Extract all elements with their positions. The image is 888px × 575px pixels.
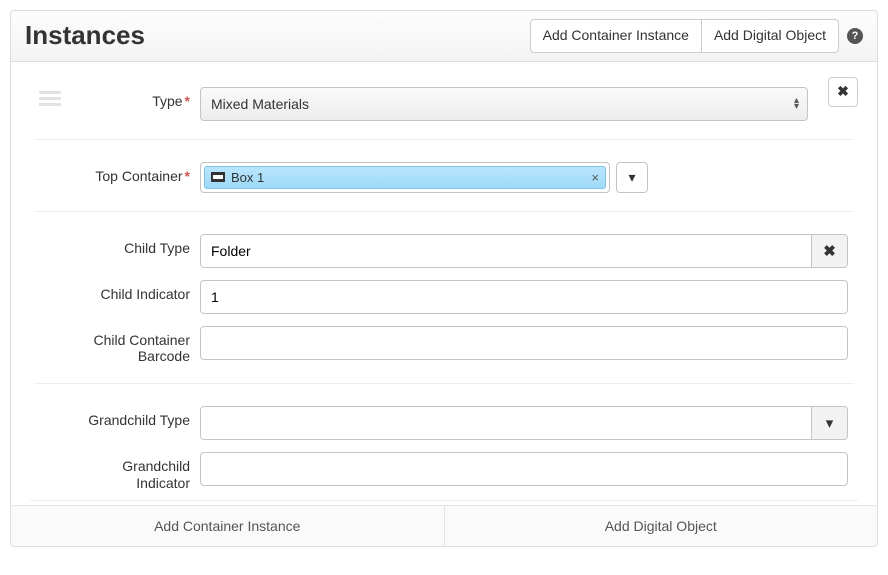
remove-token-icon[interactable]: × — [591, 170, 599, 185]
add-container-instance-button[interactable]: Add Container Instance — [530, 19, 702, 53]
divider — [34, 139, 854, 140]
type-select[interactable]: Mixed Materials — [200, 87, 808, 121]
type-select-value: Mixed Materials — [211, 96, 309, 112]
row-child-barcode: Child Container Barcode — [30, 320, 858, 372]
grandchild-indicator-input[interactable] — [200, 452, 848, 486]
panel-body: ✖ Type* Mixed Materials — [11, 62, 877, 505]
grandchild-type-input[interactable] — [201, 407, 811, 439]
grandchild-type-combobox: ▾ — [200, 406, 848, 440]
close-icon: ✖ — [837, 83, 849, 100]
child-indicator-input[interactable] — [200, 280, 848, 314]
footer-add-digital-object-button[interactable]: Add Digital Object — [444, 506, 878, 546]
grandchild-type-label: Grandchild Type — [70, 406, 200, 428]
chevron-down-icon: ▾ — [826, 414, 834, 432]
header-button-group: Add Container Instance Add Digital Objec… — [530, 19, 839, 53]
divider — [34, 211, 854, 212]
drag-handle-icon[interactable] — [39, 91, 61, 106]
row-type: Type* Mixed Materials — [30, 81, 858, 127]
chevron-down-icon: ▾ — [628, 169, 635, 186]
type-label: Type* — [70, 87, 200, 109]
top-container-token: Box 1 × — [204, 166, 606, 189]
instances-panel: Instances Add Container Instance Add Dig… — [10, 10, 878, 547]
help-icon[interactable]: ? — [847, 28, 863, 44]
top-container-token-box[interactable]: Box 1 × — [200, 162, 610, 193]
instance-card: ✖ Type* Mixed Materials — [29, 76, 859, 501]
row-child-indicator: Child Indicator — [30, 274, 858, 320]
chevron-updown-icon — [794, 98, 799, 110]
row-grandchild-type: Grandchild Type ▾ — [30, 400, 858, 446]
close-icon: ✖ — [823, 242, 836, 260]
row-top-container: Top Container* Box 1 × ▾ — [30, 156, 858, 199]
top-container-dropdown-button[interactable]: ▾ — [616, 162, 648, 193]
child-barcode-input[interactable] — [200, 326, 848, 360]
child-indicator-label: Child Indicator — [70, 280, 200, 302]
child-type-input[interactable] — [201, 235, 811, 267]
add-digital-object-button[interactable]: Add Digital Object — [702, 19, 839, 53]
panel-footer: Add Container Instance Add Digital Objec… — [11, 505, 877, 546]
grandchild-type-dropdown-button[interactable]: ▾ — [811, 407, 847, 439]
clear-child-type-button[interactable]: ✖ — [811, 235, 847, 267]
row-grandchild-indicator: Grandchild Indicator — [30, 446, 858, 498]
footer-add-container-instance-button[interactable]: Add Container Instance — [11, 506, 444, 546]
panel-header: Instances Add Container Instance Add Dig… — [11, 11, 877, 62]
required-marker: * — [185, 168, 190, 184]
panel-title: Instances — [25, 20, 145, 51]
container-icon — [211, 172, 225, 182]
child-barcode-label: Child Container Barcode — [70, 326, 200, 366]
top-container-label: Top Container* — [70, 162, 200, 184]
required-marker: * — [185, 93, 190, 109]
grandchild-indicator-label: Grandchild Indicator — [70, 452, 200, 492]
child-type-label: Child Type — [70, 234, 200, 256]
header-actions: Add Container Instance Add Digital Objec… — [530, 19, 863, 53]
top-container-token-label: Box 1 — [231, 170, 264, 185]
row-child-type: Child Type ✖ — [30, 228, 858, 274]
top-container-input: Box 1 × ▾ — [200, 162, 848, 193]
child-type-combobox: ✖ — [200, 234, 848, 268]
divider — [34, 383, 854, 384]
remove-instance-button[interactable]: ✖ — [828, 77, 858, 107]
